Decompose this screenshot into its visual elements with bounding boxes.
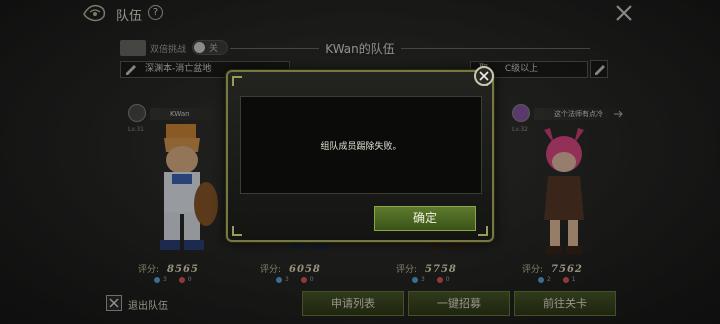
corner-ornament [478, 226, 488, 236]
dialog-close-button[interactable] [474, 66, 494, 86]
message-panel: 组队成员踢除失败。 [240, 96, 482, 194]
dialog-message: 组队成员踢除失败。 [320, 142, 402, 152]
close-icon [479, 71, 489, 81]
game-scene: 队伍 ? KWan的队伍 双倍挑战 关 深渊本-消亡盆地 取 C级以上 Lv.3… [0, 0, 720, 324]
confirm-button[interactable]: 确定 [374, 206, 476, 231]
corner-ornament [232, 76, 242, 86]
alert-dialog: 组队成员踢除失败。 确定 [226, 70, 494, 242]
corner-ornament [232, 226, 242, 236]
